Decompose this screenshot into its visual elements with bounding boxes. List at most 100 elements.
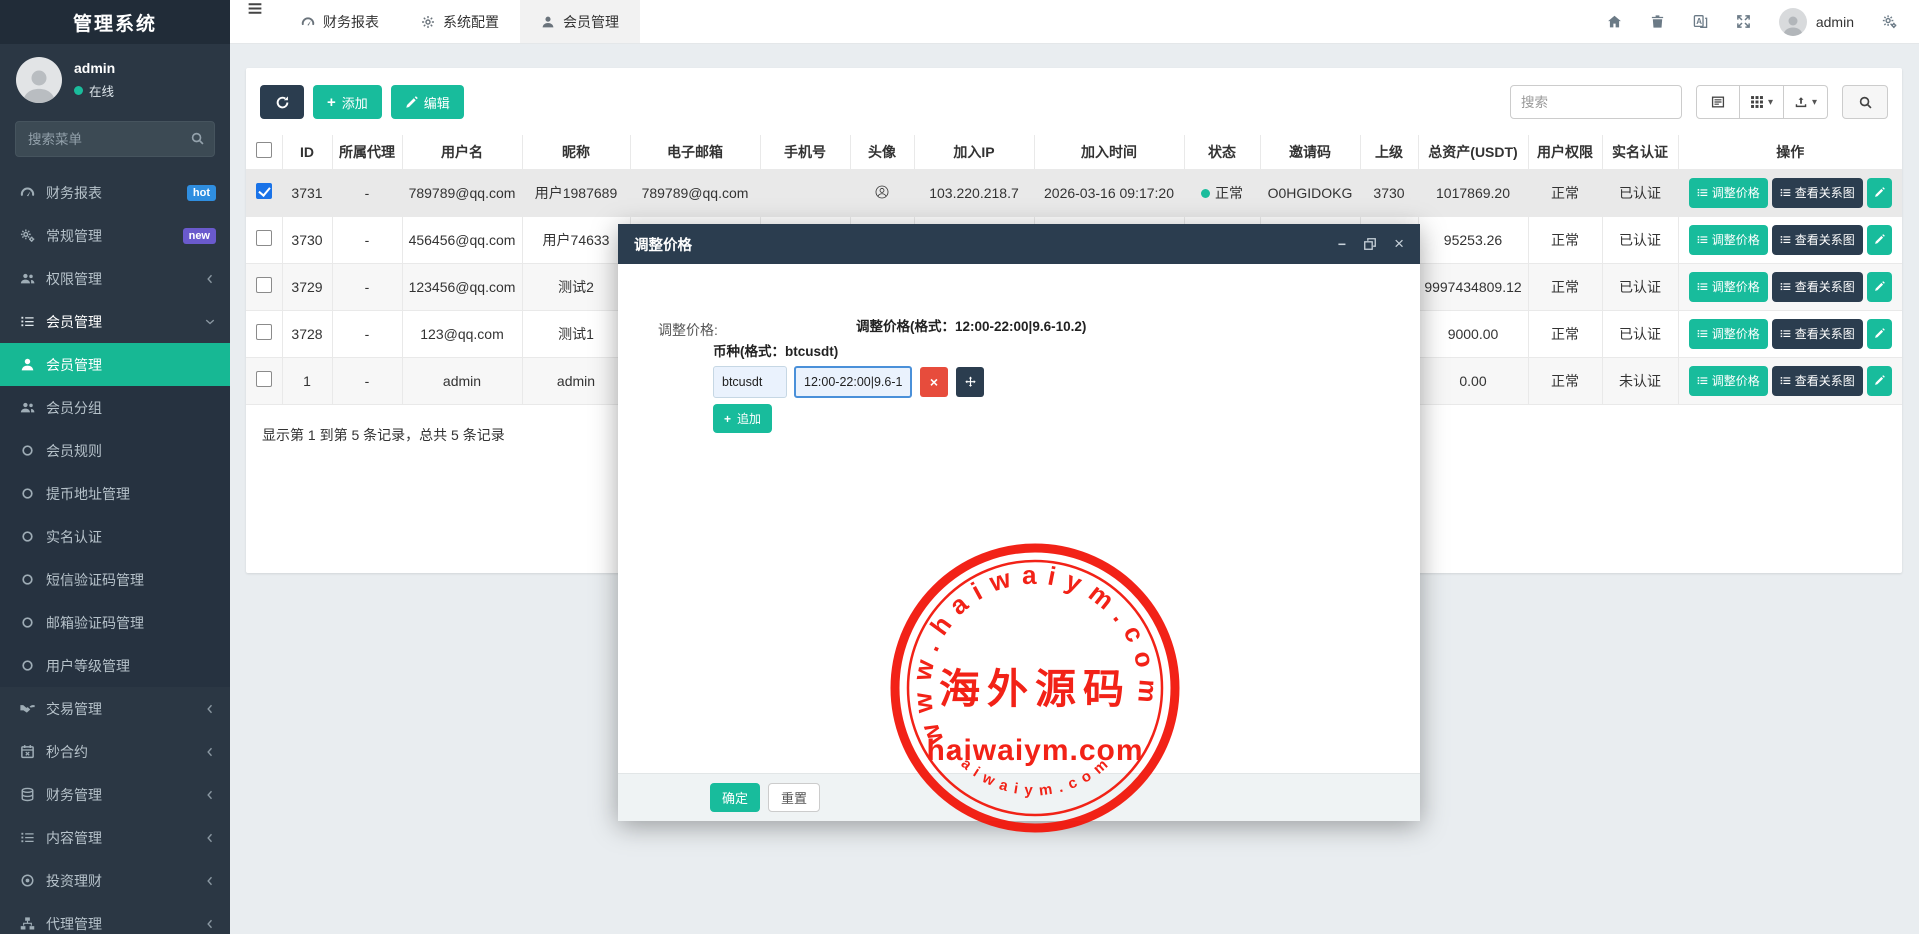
sidebar-item-email-code-management[interactable]: 邮箱验证码管理	[0, 601, 230, 644]
sidebar-item-agent-management[interactable]: 代理管理	[0, 902, 230, 934]
column-header: 手机号	[760, 135, 851, 170]
adjust-price-button[interactable]: 调整价格	[1688, 271, 1768, 302]
topbar-right: A admin	[1607, 0, 1919, 43]
column-header: 所属代理	[332, 135, 403, 170]
sidebar-item-investment[interactable]: 投资理财	[0, 859, 230, 902]
hamburger-icon[interactable]	[230, 0, 280, 17]
chevron-left-icon	[204, 273, 216, 285]
table-search-input[interactable]	[1510, 85, 1682, 119]
cell-nickname: 测试1	[522, 309, 631, 358]
modal-header[interactable]: 调整价格 − ×	[618, 224, 1420, 264]
view-relation-button[interactable]: 查看关系图	[1771, 318, 1863, 349]
column-header: 上级	[1360, 135, 1419, 170]
tab-finance-report[interactable]: 财务报表	[280, 0, 400, 43]
view-relation-button[interactable]: 查看关系图	[1771, 271, 1863, 302]
row-checkbox[interactable]	[255, 277, 272, 293]
sidebar-item-finance-management[interactable]: 财务管理	[0, 773, 230, 816]
reset-button[interactable]: 重置	[768, 783, 821, 812]
coin-column-header: 币种(格式：btcusdt)	[713, 344, 839, 359]
edit-row-button[interactable]	[1866, 365, 1892, 396]
row-checkbox[interactable]	[255, 324, 272, 340]
add-button[interactable]: + 添加	[313, 85, 382, 119]
cell-assets: 9000.00	[1418, 309, 1529, 358]
cell-parent: 3730	[1360, 168, 1419, 217]
delete-row-button[interactable]: ×	[920, 367, 948, 397]
coin-input[interactable]	[713, 366, 787, 398]
edit-row-button[interactable]	[1866, 271, 1892, 302]
cell-id: 3729	[282, 262, 333, 311]
sidebar-item-member-management-sub[interactable]: 会员管理	[0, 343, 230, 386]
sidebar-item-member-group[interactable]: 会员分组	[0, 386, 230, 429]
close-icon[interactable]: ×	[1394, 234, 1404, 254]
sidebar-item-member-rules[interactable]: 会员规则	[0, 429, 230, 472]
sidebar-item-withdraw-address-management[interactable]: 提币地址管理	[0, 472, 230, 515]
modal-window-controls: − ×	[1338, 234, 1404, 254]
adjust-price-button[interactable]: 调整价格	[1688, 177, 1768, 208]
settings-gears-icon[interactable]	[1882, 14, 1897, 29]
view-relation-button[interactable]: 查看关系图	[1771, 365, 1863, 396]
detail-view-button[interactable]	[1696, 85, 1740, 119]
sidebar-item-sms-code-management[interactable]: 短信验证码管理	[0, 558, 230, 601]
export-button[interactable]: ▾	[1784, 85, 1828, 119]
move-row-button[interactable]	[956, 367, 984, 397]
cell-nickname: 用户74633	[522, 215, 631, 264]
adjust-price-button[interactable]: 调整价格	[1688, 365, 1768, 396]
fullscreen-icon[interactable]	[1736, 14, 1751, 29]
topbar-user-menu[interactable]: admin	[1778, 7, 1854, 36]
bars-sm-icon	[1697, 328, 1708, 339]
edit-row-button[interactable]	[1866, 318, 1892, 349]
edit-row-button[interactable]	[1866, 224, 1892, 255]
sidebar-item-second-contract[interactable]: 秒合约	[0, 730, 230, 773]
menu-search-input[interactable]	[15, 121, 215, 157]
cell-nickname: 用户1987689	[522, 168, 631, 217]
topbar: 财务报表 系统配置 会员管理 A admin	[230, 0, 1919, 44]
person-icon	[20, 357, 35, 372]
cell-agent: -	[332, 309, 403, 358]
sidebar-item-real-name-auth[interactable]: 实名认证	[0, 515, 230, 558]
cell-actions: 调整价格 查看关系图	[1678, 168, 1902, 217]
handshake-icon	[20, 701, 35, 716]
sidebar-item-content-management[interactable]: 内容管理	[0, 816, 230, 859]
sidebar-item-trade-management[interactable]: 交易管理	[0, 687, 230, 730]
columns-button[interactable]: ▾	[1740, 85, 1784, 119]
refresh-button[interactable]	[260, 85, 304, 119]
row-checkbox[interactable]	[255, 183, 272, 199]
select-all-checkbox[interactable]	[255, 142, 272, 159]
refresh-icon	[275, 95, 290, 110]
trash-icon[interactable]	[1650, 14, 1665, 29]
minimize-icon[interactable]: −	[1338, 236, 1346, 252]
adjust-price-button[interactable]: 调整价格	[1688, 318, 1768, 349]
adjust-price-button[interactable]: 调整价格	[1688, 224, 1768, 255]
cell-actions: 调整价格 查看关系图	[1678, 262, 1902, 311]
sidebar-item-member-management[interactable]: 会员管理	[0, 300, 230, 343]
restore-icon[interactable]	[1363, 237, 1377, 251]
home-icon[interactable]	[1607, 14, 1622, 29]
table-toolbar-right: ▾ ▾	[1510, 85, 1888, 119]
confirm-button[interactable]: 确定	[710, 783, 761, 812]
edit-row-button[interactable]	[1866, 177, 1892, 208]
row-checkbox[interactable]	[255, 371, 272, 387]
tab-member-management[interactable]: 会员管理	[520, 0, 640, 43]
edit-button[interactable]: 编辑	[390, 85, 464, 119]
view-relation-button[interactable]: 查看关系图	[1771, 177, 1863, 208]
sidebar-item-user-level-management[interactable]: 用户等级管理	[0, 644, 230, 687]
sidebar-item-permission-management[interactable]: 权限管理	[0, 257, 230, 300]
pencil-icon	[1874, 328, 1885, 339]
price-input[interactable]	[794, 366, 912, 398]
circle-icon	[20, 658, 35, 673]
user-avatar	[16, 57, 62, 103]
pencil-icon	[1874, 187, 1885, 198]
nav-tabs: 财务报表 系统配置 会员管理	[280, 0, 640, 43]
cell-username: 123456@qq.com	[402, 262, 523, 311]
append-button[interactable]: + 追加	[713, 404, 773, 433]
circle-icon	[20, 572, 35, 587]
sidebar-item-general-management[interactable]: 常规管理 new	[0, 214, 230, 257]
tab-system-config[interactable]: 系统配置	[400, 0, 520, 43]
search-button[interactable]	[1842, 85, 1888, 119]
view-relation-button[interactable]: 查看关系图	[1771, 224, 1863, 255]
column-header: 实名认证	[1602, 135, 1679, 170]
sidebar-item-finance-report[interactable]: 财务报表 hot	[0, 171, 230, 214]
row-checkbox[interactable]	[255, 230, 272, 246]
translate-icon[interactable]: A	[1693, 14, 1708, 29]
app-title: 管理系统	[0, 0, 230, 44]
